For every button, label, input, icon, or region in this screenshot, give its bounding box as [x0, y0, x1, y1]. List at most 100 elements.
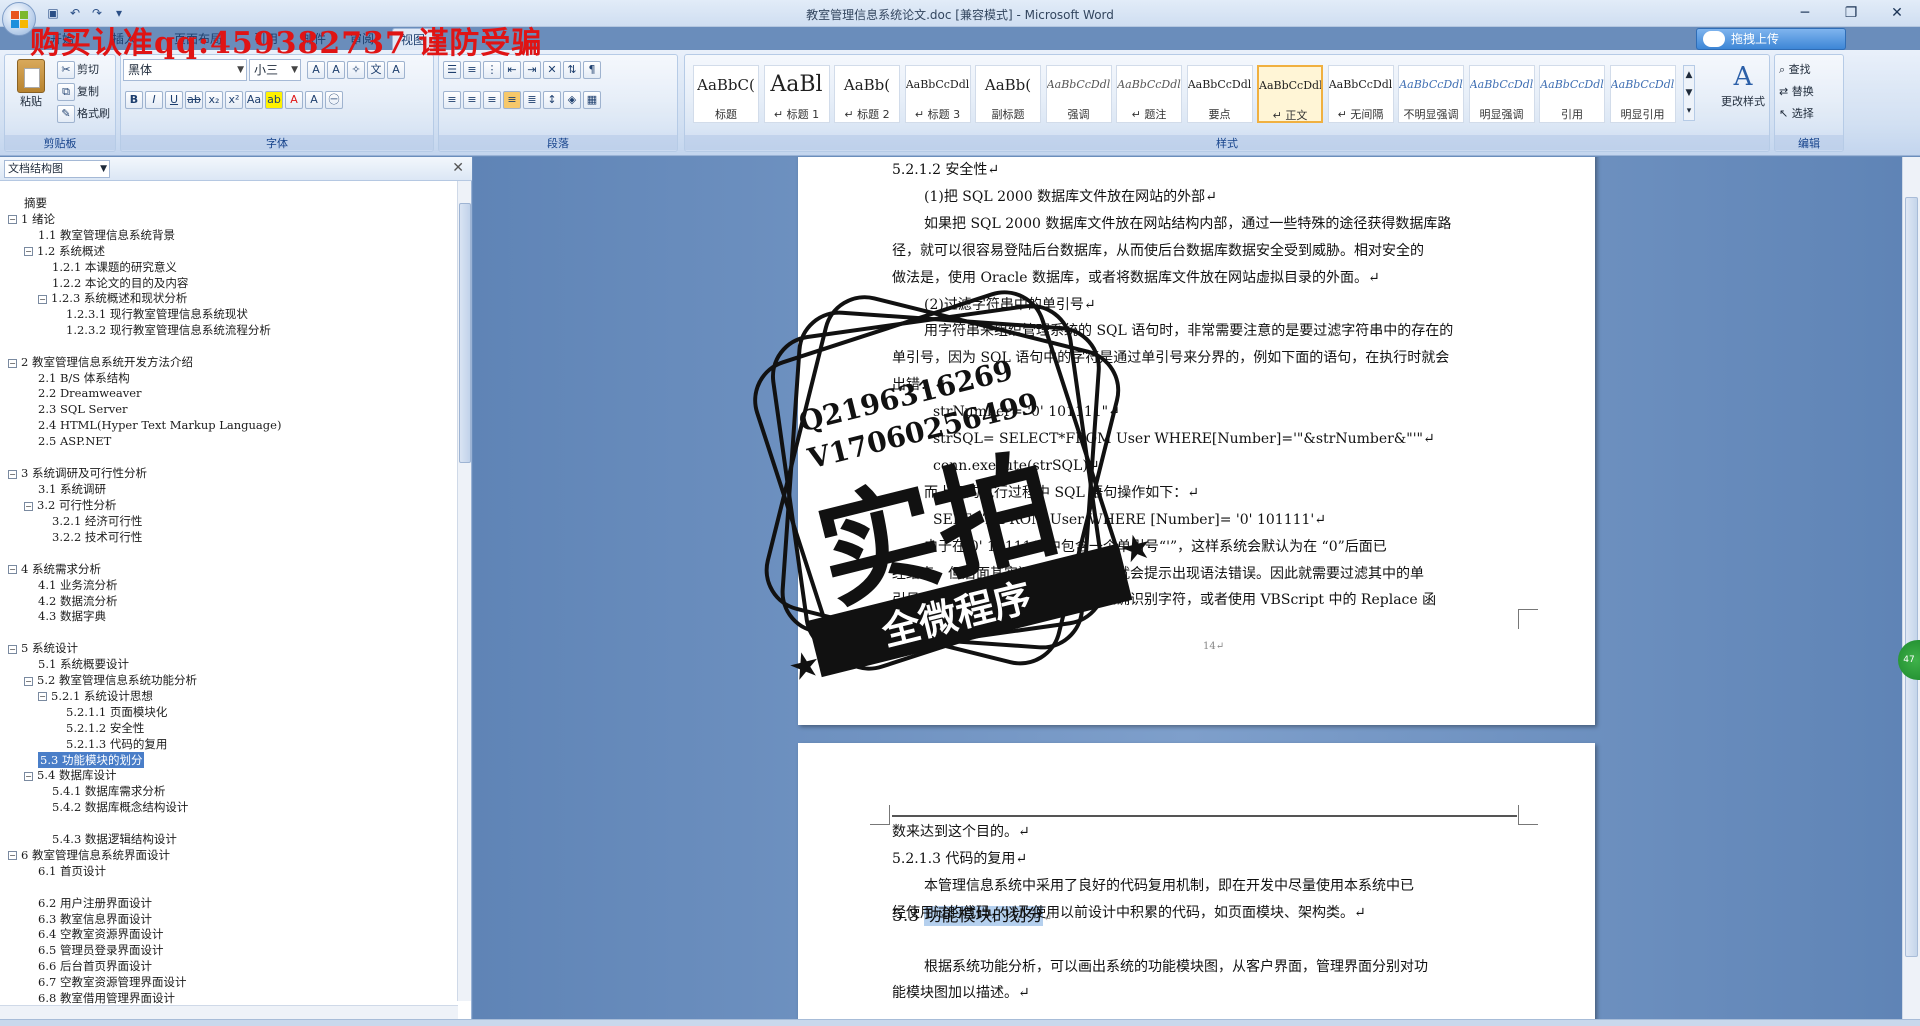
outline-item[interactable]: 摘要 — [24, 195, 47, 211]
outline-item[interactable]: −5 系统设计 — [8, 640, 78, 656]
document-line[interactable]: 做法是，使用 Oracle 数据库，或者将数据库文件放在网站虚拟目录的外面。↵ — [892, 265, 1517, 292]
outline-item[interactable]: 2.5 ASP.NET — [38, 434, 111, 448]
collapse-toggle-icon[interactable]: − — [24, 247, 33, 257]
style-tile[interactable]: AaBl ↵ 标题 1 — [763, 65, 830, 123]
multilevel-list-icon[interactable]: ⋮ — [483, 61, 501, 79]
outline-item[interactable]: 5.2.1.2 安全性 — [66, 720, 144, 736]
document-line[interactable]: 经结束，但后面其实还有字符，于是就会提示出现语法错误。因此就需要过滤其中的单 — [892, 561, 1517, 588]
document-page[interactable]: 5.3 功能模块的划分↵ 数来达到这个目的。↵ 5.2.1.3 代码的复用↵ 本管理… — [798, 743, 1595, 1019]
italic-icon[interactable]: I — [145, 91, 163, 109]
document-map-selector[interactable]: 文档结构图 ▼ — [4, 160, 110, 178]
outline-item[interactable]: 1.2.3.1 现行教室管理信息系统现状 — [66, 306, 248, 322]
outline-item[interactable]: −5.2.1 系统设计思想 — [38, 688, 153, 704]
outline-item[interactable]: 6.4 空教室资源界面设计 — [38, 926, 163, 942]
font-size-combo[interactable]: 小三 ▼ — [249, 59, 301, 81]
replace-button[interactable]: ⇄ 替换 — [1779, 83, 1814, 99]
document-line[interactable]: 径，就可以很容易登陆后台数据库，从而使后台数据库数据安全受到威胁。相对安全的 — [892, 238, 1517, 265]
collapse-toggle-icon[interactable]: − — [24, 501, 33, 511]
outline-item[interactable]: 6.8 教室借用管理界面设计 — [38, 990, 175, 1006]
outline-item[interactable]: 6.6 后台首页界面设计 — [38, 958, 152, 974]
outline-item[interactable]: 2.3 SQL Server — [38, 402, 128, 416]
outline-item[interactable]: 6.3 教室信息界面设计 — [38, 911, 152, 927]
outline-item[interactable]: 1.1 教室管理信息系统背景 — [38, 227, 175, 243]
outline-item[interactable]: 5.4.2 数据库概念结构设计 — [52, 799, 188, 815]
scroll-thumb[interactable] — [459, 203, 471, 463]
cut-button[interactable]: ✂ 剪切 — [57, 61, 99, 79]
document-line[interactable]: 根据系统功能分析，可以画出系统的功能模块图，从客户界面，管理界面分别对功 — [892, 954, 1517, 981]
superscript-icon[interactable]: x² — [225, 91, 243, 109]
collapse-toggle-icon[interactable]: − — [38, 294, 47, 304]
document-line[interactable]: 由于在'0' 101111"中包含一个单引号“'”，这样系统会默认为在 “0”后… — [892, 534, 1517, 561]
collapse-toggle-icon[interactable]: − — [24, 676, 33, 686]
outline-item[interactable]: 3.1 系统调研 — [38, 481, 106, 497]
outline-item[interactable]: −3.2 可行性分析 — [24, 497, 116, 513]
document-line[interactable]: strNumber= '0' 101111"↵ — [933, 399, 1558, 426]
increase-indent-icon[interactable]: ⇥ — [523, 61, 541, 79]
font-color-icon[interactable]: A — [285, 91, 303, 109]
collapse-toggle-icon[interactable]: − — [38, 692, 47, 702]
restore-icon[interactable]: ❐ — [1828, 0, 1874, 26]
collapse-toggle-icon[interactable]: − — [24, 771, 33, 781]
select-button[interactable]: ↖ 选择 — [1779, 105, 1814, 121]
document-line[interactable]: 引号，或者使用两个单引号让系统正确识别字符，或者使用 VBScript 中的 R… — [892, 587, 1517, 614]
outline-scrollbar[interactable] — [457, 181, 471, 1001]
align-right-icon[interactable]: ≡ — [483, 91, 501, 109]
document-line[interactable]: 如果把 SQL 2000 数据库文件放在网站结构内部，通过一些特殊的途径获得数据… — [892, 211, 1517, 238]
outline-item[interactable]: −1.2 系统概述 — [24, 243, 105, 259]
outline-item[interactable]: 6.7 空教室资源管理界面设计 — [38, 974, 186, 990]
cjk-layout-icon[interactable]: ✕ — [543, 61, 561, 79]
outline-item[interactable]: 1.2.2 本论文的目的及内容 — [52, 275, 188, 291]
bold-icon[interactable]: B — [125, 91, 143, 109]
underline-icon[interactable]: U — [165, 91, 183, 109]
document-line[interactable]: 单引号，因为 SQL 语句中的字符是通过单引号来分界的，例如下面的语句，在执行时… — [892, 345, 1517, 372]
align-center-icon[interactable]: ≡ — [463, 91, 481, 109]
drag-upload-button[interactable]: 拖拽上传 — [1696, 28, 1846, 50]
style-tile[interactable]: AaBbCcDdl ↵ 题注 — [1116, 65, 1182, 123]
outline-item[interactable]: 5.2.1.1 页面模块化 — [66, 704, 167, 720]
outline-item[interactable]: 4.3 数据字典 — [38, 608, 106, 624]
document-line[interactable]: 出错：↵ — [892, 372, 1517, 399]
line-spacing-icon[interactable]: ↕ — [543, 91, 561, 109]
document-line[interactable]: SELECT*FROM User WHERE [Number]= '0' 101… — [933, 507, 1558, 534]
style-tile[interactable]: AaBbCcDdl 要点 — [1186, 65, 1253, 123]
enclose-char-icon[interactable]: ㊀ — [325, 91, 343, 109]
document-line[interactable]: conn.execute(strSQL)↵ — [933, 453, 1558, 480]
minimize-icon[interactable]: ─ — [1782, 0, 1828, 26]
font-name-combo[interactable]: 黑体 ▼ — [123, 59, 247, 81]
outline-item[interactable]: −6 教室管理信息系统界面设计 — [8, 847, 170, 863]
highlight-icon[interactable]: ab — [265, 91, 283, 109]
align-left-icon[interactable]: ≡ — [443, 91, 461, 109]
collapse-toggle-icon[interactable]: − — [8, 565, 17, 575]
show-marks-icon[interactable]: ¶ — [583, 61, 601, 79]
outline-item[interactable]: 6.1 首页设计 — [38, 863, 106, 879]
format-painter-button[interactable]: ✎ 格式刷 — [57, 105, 110, 123]
char-border-icon[interactable]: A — [387, 61, 405, 79]
phonetic-icon[interactable]: 文 — [367, 61, 385, 79]
bullets-icon[interactable]: ☰ — [443, 61, 461, 79]
outline-item[interactable]: 6.2 用户注册界面设计 — [38, 895, 152, 911]
outline-item[interactable]: −1.2.3 系统概述和现状分析 — [38, 290, 187, 306]
style-tile[interactable]: AaBb(↵ 标题 2 — [834, 65, 900, 123]
collapse-toggle-icon[interactable]: − — [8, 215, 17, 225]
distribute-icon[interactable]: ≣ — [523, 91, 541, 109]
outline-item[interactable]: −4 系统需求分析 — [8, 561, 101, 577]
document-line[interactable]: (2)过滤字符串中的单引号↵ — [892, 292, 1517, 319]
document-line[interactable]: 数来达到这个目的。↵ — [892, 819, 1517, 846]
style-tile[interactable]: AaBbCcDdl ↵ 正文 — [1257, 65, 1323, 123]
style-tile[interactable]: AaBb(副标题 — [975, 65, 1041, 123]
office-button[interactable] — [2, 2, 36, 36]
outline-item[interactable]: 5.4.1 数据库需求分析 — [52, 783, 165, 799]
outline-item[interactable]: 4.1 业务流分析 — [38, 577, 117, 593]
outline-item[interactable]: −5.2 教室管理信息系统功能分析 — [24, 672, 197, 688]
document-line[interactable]: 5.2.1.3 代码的复用↵ — [892, 846, 1517, 873]
outline-item[interactable]: 5.2.1.3 代码的复用 — [66, 736, 167, 752]
document-line[interactable]: 5.2.1.2 安全性↵ — [892, 157, 1517, 184]
collapse-toggle-icon[interactable]: − — [8, 644, 17, 654]
style-tile[interactable]: AaBbCcDdl 引用 — [1539, 65, 1605, 123]
document-line[interactable]: (1)把 SQL 2000 数据库文件放在网站的外部↵ — [892, 184, 1517, 211]
style-tile[interactable]: AaBbCcDdl ↵ 无间隔 — [1327, 65, 1394, 123]
style-tile[interactable]: AaBbC(标题 — [693, 65, 759, 123]
paste-button[interactable]: 粘贴 — [13, 59, 49, 109]
close-icon[interactable]: ✕ — [1874, 0, 1920, 26]
collapse-toggle-icon[interactable]: − — [8, 851, 17, 861]
